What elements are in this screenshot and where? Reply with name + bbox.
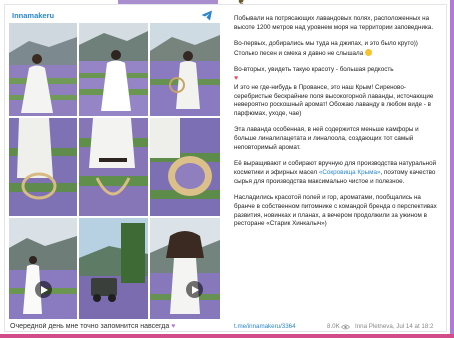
- post-paragraph-6: Насладились красотой полей и гор, аромат…: [234, 194, 437, 228]
- photo-9-video[interactable]: [150, 218, 220, 319]
- post-paragraph-3: Во-вторых, увидеть такую красоту - больш…: [234, 66, 438, 118]
- post-paragraph-3-b: И это не где-нибудь в Провансе, это наш …: [234, 83, 434, 117]
- post-footer: t.me/innamakeru/3364 8.0K Inna Pletneva,…: [234, 323, 442, 333]
- views-count: 8.0K: [327, 323, 340, 330]
- post-link[interactable]: t.me/innamakeru/3364: [234, 323, 296, 330]
- right-band: [450, 0, 454, 338]
- photo-7-video[interactable]: [9, 218, 77, 319]
- play-button[interactable]: [186, 281, 203, 298]
- photo-5[interactable]: [79, 118, 148, 216]
- photo-1[interactable]: [9, 23, 77, 116]
- post-paragraph-5: Её выращивают и собирают вручную для про…: [234, 160, 438, 186]
- post-text: Побывали на потрясающих лавандовых полях…: [234, 15, 438, 237]
- post-paragraph-4: Эта лаванда особенная, в ней содержится …: [234, 126, 419, 151]
- caption-text: Очередной день мне точно запомнится навс…: [10, 323, 170, 330]
- bottom-band: [0, 334, 454, 338]
- photo-2[interactable]: [79, 23, 148, 116]
- post-paragraph-2: Во-первых, добирались мы туда на джипах,…: [234, 40, 438, 58]
- photo-grid: [9, 23, 220, 319]
- author-date: Inna Pletneva, Jul 14 at 18:2: [355, 323, 434, 330]
- heart-icon: ♥: [171, 323, 176, 330]
- post-card: Innamakeru Очередной день мне точно запо…: [4, 4, 447, 332]
- post-paragraph-2-text: Во-первых, добирались мы туда на джипах,…: [234, 40, 418, 57]
- photo-4[interactable]: [9, 118, 77, 216]
- photo-8[interactable]: [79, 218, 148, 319]
- eye-icon: [341, 324, 350, 330]
- laugh-emoji-icon: [364, 48, 372, 56]
- channel-name[interactable]: Innamakeru: [12, 11, 54, 20]
- telegram-icon[interactable]: [201, 10, 213, 21]
- brand-link[interactable]: «Сокровища Крыма»: [319, 169, 381, 176]
- photo-caption: Очередной день мне точно запомнится навс…: [10, 323, 225, 330]
- play-button[interactable]: [35, 281, 52, 298]
- photo-3[interactable]: [150, 23, 220, 116]
- heart-emoji-icon: ♥: [234, 75, 239, 83]
- post-paragraph-1: Побывали на потрясающих лавандовых полях…: [234, 15, 434, 31]
- photo-6[interactable]: [150, 118, 220, 216]
- post-paragraph-3-a: Во-вторых, увидеть такую красоту - больш…: [234, 66, 394, 74]
